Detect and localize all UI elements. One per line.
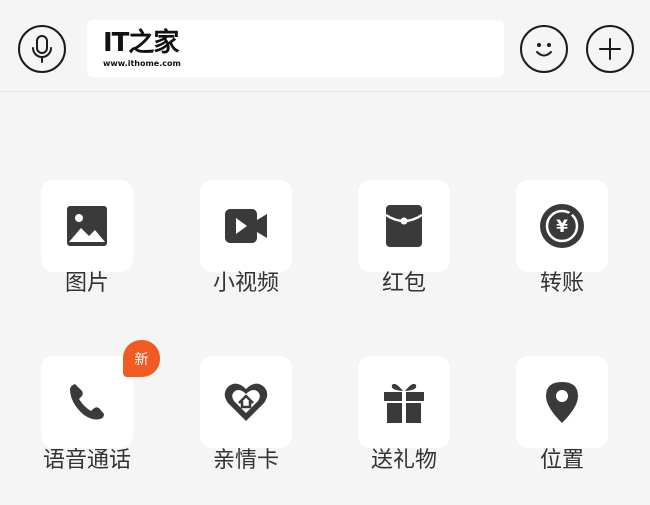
ithome-watermark-logo: IT之家 www.ithome.com: [103, 29, 193, 71]
red-packet-button[interactable]: [358, 180, 450, 272]
transfer-label: 转账: [539, 271, 584, 296]
smiley-icon: [536, 43, 552, 57]
heart-card-icon: [224, 383, 268, 421]
send-gift-label: 送礼物: [370, 448, 437, 473]
location-label: 位置: [539, 448, 584, 473]
transfer-icon: ¥: [540, 204, 584, 248]
emoji-button[interactable]: [520, 25, 568, 73]
gift-icon: [384, 383, 424, 423]
microphone-icon: [32, 35, 52, 63]
phone-icon: [70, 384, 104, 420]
logo-mark-text: IT之家: [103, 28, 179, 58]
video-icon: [225, 209, 267, 243]
more-button[interactable]: [586, 25, 634, 73]
location-button[interactable]: [516, 356, 608, 448]
svg-text:¥: ¥: [556, 217, 568, 237]
chat-input-bar: IT之家 www.ithome.com: [0, 0, 650, 92]
image-icon: [67, 206, 107, 246]
red-packet-label: 红包: [381, 271, 426, 296]
short-video-button[interactable]: [200, 180, 292, 272]
transfer-button[interactable]: ¥: [516, 180, 608, 272]
voice-call-label: 语音通话: [42, 448, 131, 473]
family-card-label: 亲情卡: [212, 448, 279, 473]
location-icon: [546, 382, 578, 423]
plus-icon: [599, 38, 621, 60]
red-packet-icon: [385, 205, 423, 247]
logo-url-text: www.ithome.com: [103, 59, 181, 68]
short-video-label: 小视频: [212, 271, 279, 296]
family-card-button[interactable]: [200, 356, 292, 448]
voice-call-button[interactable]: [41, 356, 133, 448]
message-input[interactable]: IT之家 www.ithome.com: [87, 20, 504, 77]
send-gift-button[interactable]: [358, 356, 450, 448]
voice-input-button[interactable]: [18, 25, 66, 73]
new-badge: 新: [123, 340, 160, 377]
image-label: 图片: [64, 271, 109, 296]
image-button[interactable]: [41, 180, 133, 272]
